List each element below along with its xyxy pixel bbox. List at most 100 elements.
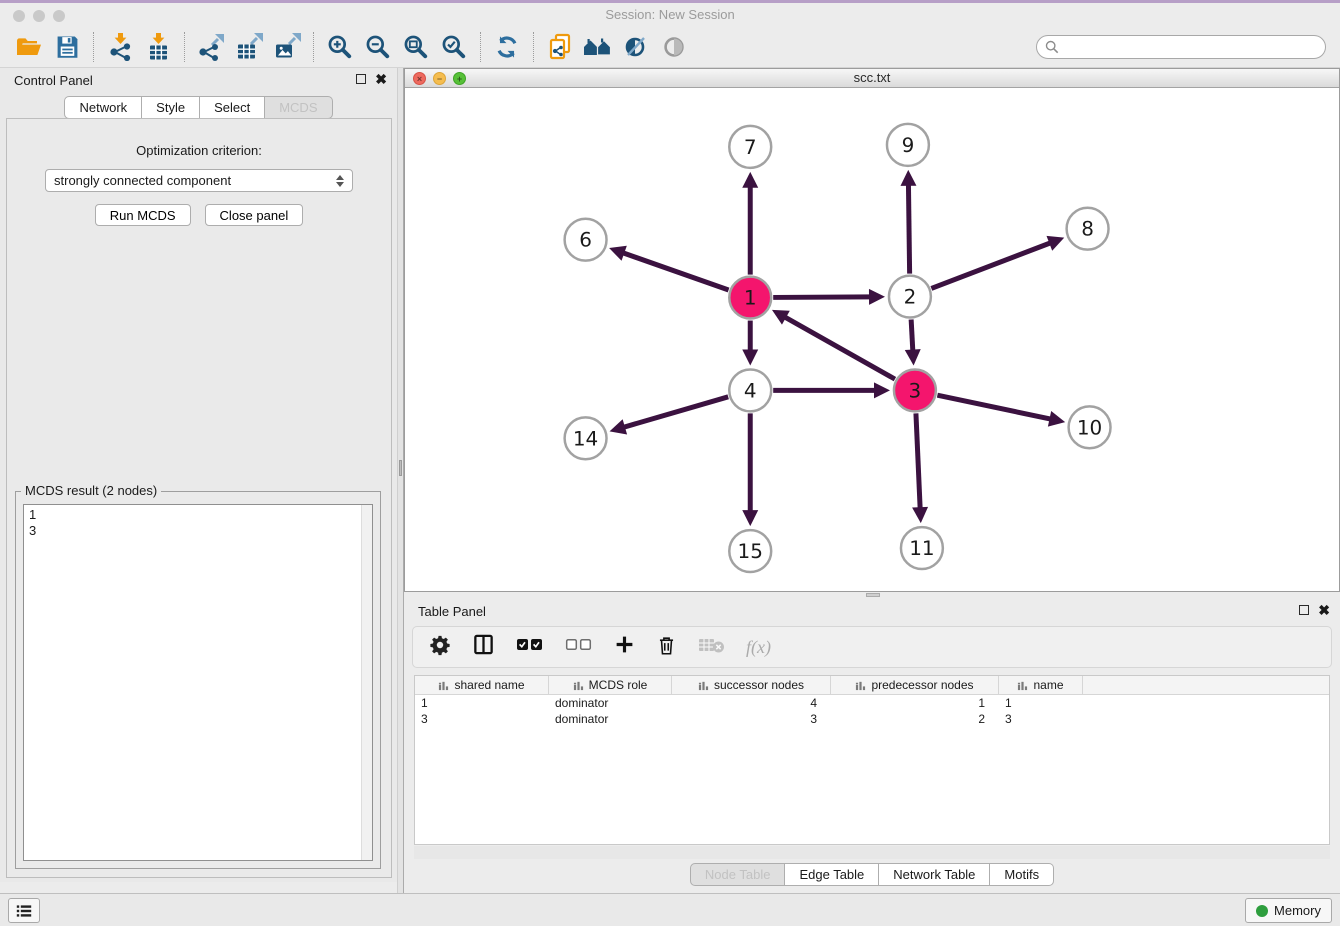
table-cell[interactable]: 1 [415,695,549,711]
search-box[interactable] [1036,35,1326,59]
network-node-2[interactable]: 2 [889,276,931,318]
table-scrollbar[interactable] [414,846,1330,859]
hide-details-icon[interactable] [655,30,693,64]
optimization-criterion-select[interactable]: strongly connected component [45,169,353,192]
column-header-shared-name[interactable]: shared name [415,676,549,694]
export-network-icon[interactable] [192,30,230,64]
select-all-icon[interactable] [516,636,544,658]
network-edge-1-4[interactable] [742,321,758,366]
zoom-in-icon[interactable] [321,30,359,64]
import-network-icon[interactable] [101,30,139,64]
tab-edge-table[interactable]: Edge Table [785,863,879,886]
network-node-6[interactable]: 6 [565,219,607,261]
network-edge-2-9[interactable] [900,170,916,274]
column-header-predecessor-nodes[interactable]: predecessor nodes [831,676,999,694]
save-icon[interactable] [48,30,86,64]
splitter-grip[interactable] [399,460,402,476]
float-panel-icon[interactable] [1299,605,1309,615]
table-cell[interactable]: 3 [415,711,549,727]
first-neighbors-icon[interactable] [579,30,617,64]
network-edge-4-15[interactable] [742,413,758,526]
memory-button[interactable]: Memory [1245,898,1332,923]
table-cell[interactable]: 3 [672,711,831,727]
network-node-4[interactable]: 4 [729,369,771,411]
table-cell[interactable]: 2 [831,711,999,727]
search-input[interactable] [1059,39,1317,54]
clear-selection-icon[interactable] [565,636,593,658]
minimize-view-icon[interactable]: − [433,72,446,85]
network-node-1[interactable]: 1 [729,277,771,319]
show-style-icon[interactable] [617,30,655,64]
network-edge-3-10[interactable] [937,395,1065,427]
network-node-10[interactable]: 10 [1069,406,1111,448]
task-history-button[interactable] [8,898,40,923]
trash-icon[interactable] [656,634,677,661]
gear-icon[interactable] [429,634,451,661]
tab-select[interactable]: Select [200,96,265,119]
open-folder-icon[interactable] [10,30,48,64]
table-cell[interactable]: dominator [549,711,672,727]
refresh-icon[interactable] [488,30,526,64]
tab-network-table[interactable]: Network Table [879,863,990,886]
mcds-result-text[interactable]: 13 [23,504,373,861]
zoom-window-icon[interactable] [53,10,65,22]
zoom-out-icon[interactable] [359,30,397,64]
clone-network-icon[interactable] [541,30,579,64]
table-row[interactable]: 3dominator323 [415,711,1329,727]
maximize-view-icon[interactable]: + [453,72,466,85]
network-edge-4-3[interactable] [773,382,890,398]
network-edge-2-8[interactable] [931,236,1064,289]
network-node-11[interactable]: 11 [901,527,943,569]
close-panel-icon[interactable]: ✖ [375,73,387,85]
network-edge-1-7[interactable] [742,172,758,275]
window-traffic-lights[interactable] [13,10,65,22]
network-node-14[interactable]: 14 [565,417,607,459]
tab-style[interactable]: Style [142,96,200,119]
network-window-titlebar[interactable]: × − + scc.txt [405,69,1339,88]
horizontal-splitter[interactable] [404,592,1340,599]
zoom-selected-icon[interactable] [435,30,473,64]
network-edge-3-11[interactable] [912,413,928,523]
table-cell[interactable]: 4 [672,695,831,711]
network-edge-1-2[interactable] [773,289,885,305]
close-panel-icon[interactable]: ✖ [1318,604,1330,616]
table-cell[interactable]: 3 [999,711,1083,727]
table-cell[interactable]: dominator [549,695,672,711]
table-cell[interactable]: 1 [831,695,999,711]
network-node-3[interactable]: 3 [894,369,936,411]
add-icon[interactable] [614,634,635,660]
tab-motifs[interactable]: Motifs [990,863,1054,886]
columns-icon[interactable] [472,633,495,661]
close-view-icon[interactable]: × [413,72,426,85]
splitter-grip[interactable] [866,593,880,597]
zoom-fit-icon[interactable] [397,30,435,64]
function-builder-icon[interactable]: f(x) [746,637,771,658]
tab-mcds[interactable]: MCDS [265,96,332,119]
tab-node-table[interactable]: Node Table [690,863,786,886]
table-row[interactable]: 1dominator411 [415,695,1329,711]
float-panel-icon[interactable] [356,74,366,84]
minimize-window-icon[interactable] [33,10,45,22]
close-panel-button[interactable]: Close panel [205,204,304,226]
import-table-icon[interactable] [139,30,177,64]
column-header-successor-nodes[interactable]: successor nodes [672,676,831,694]
network-edge-1-6[interactable] [609,246,728,290]
export-image-icon[interactable] [268,30,306,64]
network-node-9[interactable]: 9 [887,124,929,166]
network-edge-2-3[interactable] [905,320,921,366]
table-cell[interactable]: 1 [999,695,1083,711]
tab-network[interactable]: Network [64,96,142,119]
network-edge-3-1[interactable] [772,310,895,379]
result-scrollbar[interactable] [361,505,372,860]
export-table-icon[interactable] [230,30,268,64]
column-header-MCDS-role[interactable]: MCDS role [549,676,672,694]
network-node-8[interactable]: 8 [1067,208,1109,250]
close-window-icon[interactable] [13,10,25,22]
network-node-7[interactable]: 7 [729,126,771,168]
network-node-15[interactable]: 15 [729,530,771,572]
run-mcds-button[interactable]: Run MCDS [95,204,191,226]
vertical-splitter[interactable] [397,68,404,893]
network-canvas[interactable]: 7 9 6 8 1 2 4 3 14 10 15 11 [405,89,1339,591]
delete-table-icon[interactable] [698,636,725,659]
network-edge-4-14[interactable] [610,397,729,435]
